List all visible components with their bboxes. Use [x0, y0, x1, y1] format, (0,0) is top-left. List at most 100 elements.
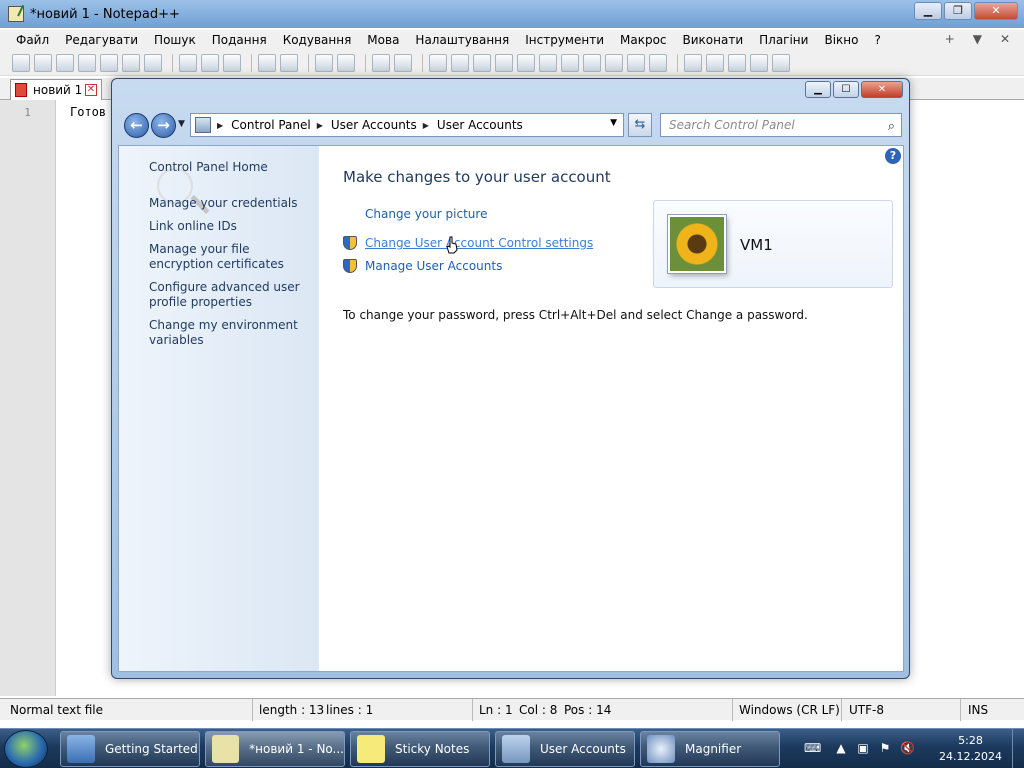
menu-edit[interactable]: Редагувати — [65, 33, 138, 47]
stop-macro-icon[interactable] — [706, 53, 724, 72]
show-hidden-icons-chevron-icon[interactable]: ▲ — [834, 741, 848, 755]
record-macro-icon[interactable] — [684, 53, 702, 72]
zoom-out-icon[interactable] — [394, 53, 412, 72]
taskbar-sticky-notes[interactable]: Sticky Notes — [350, 731, 490, 767]
close-button[interactable]: ✕ — [974, 2, 1018, 20]
menu-macro[interactable]: Макрос — [620, 33, 667, 47]
link-control-panel-home[interactable]: Control Panel Home — [149, 160, 309, 175]
toolbar-separator — [422, 53, 423, 72]
paste-icon[interactable] — [223, 53, 241, 72]
doc-list-icon[interactable] — [583, 53, 601, 72]
cp-maximize-button[interactable]: ☐ — [833, 81, 859, 98]
menu-dropdown-icon[interactable]: ▼ — [973, 32, 982, 46]
page-title: Make changes to your user account — [343, 168, 611, 186]
monitoring-icon[interactable] — [649, 53, 667, 72]
menu-window[interactable]: Вікно — [824, 33, 858, 47]
network-icon[interactable]: ▣ — [856, 741, 870, 755]
menu-settings[interactable]: Налаштування — [415, 33, 509, 47]
taskbar-getting-started[interactable]: Getting Started — [60, 731, 200, 767]
menu-help[interactable]: ? — [874, 33, 880, 47]
keyboard-icon[interactable]: ⌨ — [804, 741, 821, 755]
show-all-chars-icon[interactable] — [495, 53, 513, 72]
menu-view[interactable]: Подання — [212, 33, 267, 47]
tab-close-icon[interactable]: ✕ — [85, 84, 97, 96]
cp-close-button[interactable]: ✕ — [861, 81, 903, 98]
menu-search[interactable]: Пошук — [154, 33, 196, 47]
folder-workspace-icon[interactable] — [627, 53, 645, 72]
refresh-icon[interactable]: ⇆ — [628, 113, 652, 137]
save-icon[interactable] — [56, 53, 74, 72]
breadcrumb-user-accounts-current[interactable]: User Accounts — [437, 118, 523, 132]
menu-language[interactable]: Мова — [367, 33, 399, 47]
copy-icon[interactable] — [201, 53, 219, 72]
redo-icon[interactable] — [280, 53, 298, 72]
link-change-picture[interactable]: Change your picture — [365, 207, 487, 221]
zoom-in-icon[interactable] — [372, 53, 390, 72]
menu-run[interactable]: Виконати — [683, 33, 744, 47]
breadcrumb-control-panel[interactable]: Control Panel — [231, 118, 311, 132]
back-arrow-icon[interactable]: ← — [124, 113, 149, 138]
breadcrumb-chevron-icon[interactable]: ▶ — [423, 121, 429, 130]
link-manage-credentials[interactable]: Manage your credentials — [149, 196, 309, 211]
cut-icon[interactable] — [179, 53, 197, 72]
taskbar-user-accounts[interactable]: User Accounts — [495, 731, 635, 767]
link-change-uac-settings[interactable]: Change User Account Control settings — [365, 236, 593, 250]
function-list-icon[interactable] — [605, 53, 623, 72]
forward-arrow-icon[interactable]: → — [151, 113, 176, 138]
play-macro-icon[interactable] — [728, 53, 746, 72]
menu-encoding[interactable]: Кодування — [283, 33, 352, 47]
doc-map-icon[interactable] — [561, 53, 579, 72]
word-wrap-icon[interactable] — [473, 53, 491, 72]
sync-vertical-icon[interactable] — [429, 53, 447, 72]
breadcrumb-user-accounts[interactable]: User Accounts — [331, 118, 417, 132]
tab-label: новий 1 — [33, 83, 83, 97]
taskbar-notepadpp[interactable]: *новий 1 - No... — [205, 731, 345, 767]
link-advanced-profile[interactable]: Configure advanced user profile properti… — [149, 280, 309, 310]
sync-horizontal-icon[interactable] — [451, 53, 469, 72]
save-all-icon[interactable] — [78, 53, 96, 72]
print-icon[interactable] — [144, 53, 162, 72]
address-bar[interactable]: ▶ Control Panel ▶ User Accounts ▶ User A… — [190, 113, 624, 137]
taskbar-magnifier[interactable]: Magnifier — [640, 731, 780, 767]
tab-new1[interactable]: новий 1 ✕ — [10, 79, 102, 100]
close-all-icon[interactable] — [122, 53, 140, 72]
undo-icon[interactable] — [258, 53, 276, 72]
user-avatar[interactable] — [668, 215, 726, 273]
menu-add-icon[interactable]: + — [945, 32, 955, 46]
minimize-button[interactable]: ▁ — [914, 2, 942, 20]
link-manage-user-accounts[interactable]: Manage User Accounts — [365, 259, 502, 273]
show-desktop-button[interactable] — [1012, 729, 1024, 768]
menu-plugins[interactable]: Плагіни — [759, 33, 808, 47]
search-icon[interactable]: ⌕ — [888, 116, 895, 138]
clock[interactable]: 5:28 24.12.2024 — [939, 733, 1002, 765]
new-file-icon[interactable] — [12, 53, 30, 72]
start-button[interactable] — [4, 730, 48, 768]
link-environment-variables[interactable]: Change my environment variables — [149, 318, 309, 348]
open-file-icon[interactable] — [34, 53, 52, 72]
search-input[interactable]: Search Control Panel ⌕ — [660, 113, 902, 137]
replace-icon[interactable] — [337, 53, 355, 72]
udl-icon[interactable] — [539, 53, 557, 72]
find-icon[interactable] — [315, 53, 333, 72]
action-center-flag-icon[interactable]: ⚑ — [878, 741, 892, 755]
breadcrumb-chevron-icon[interactable]: ▶ — [317, 121, 323, 130]
save-macro-icon[interactable] — [772, 53, 790, 72]
menu-close-icon[interactable]: ✕ — [1000, 32, 1010, 46]
help-icon[interactable]: ? — [885, 148, 901, 164]
run-macro-multiple-icon[interactable] — [750, 53, 768, 72]
control-panel-icon — [195, 117, 211, 133]
line-number-gutter: 1 — [0, 100, 56, 696]
restore-button[interactable]: ❐ — [944, 2, 972, 20]
indent-guide-icon[interactable] — [517, 53, 535, 72]
menu-file[interactable]: Файл — [16, 33, 49, 47]
link-file-encryption[interactable]: Manage your file encryption certificates — [149, 242, 309, 272]
close-file-icon[interactable] — [100, 53, 118, 72]
breadcrumb-chevron-icon[interactable]: ▶ — [217, 121, 223, 130]
link-online-ids[interactable]: Link online IDs — [149, 219, 309, 234]
address-dropdown-icon[interactable]: ▼ — [610, 118, 617, 128]
menu-tools[interactable]: Інструменти — [525, 33, 604, 47]
cp-minimize-button[interactable]: ▁ — [805, 81, 831, 98]
recent-pages-chevron-icon[interactable]: ▼ — [178, 119, 185, 129]
notepadpp-titlebar[interactable]: *новий 1 - Notepad++ ▁ ❐ ✕ — [0, 0, 1024, 28]
volume-muted-icon[interactable]: 🔇 — [900, 741, 915, 755]
